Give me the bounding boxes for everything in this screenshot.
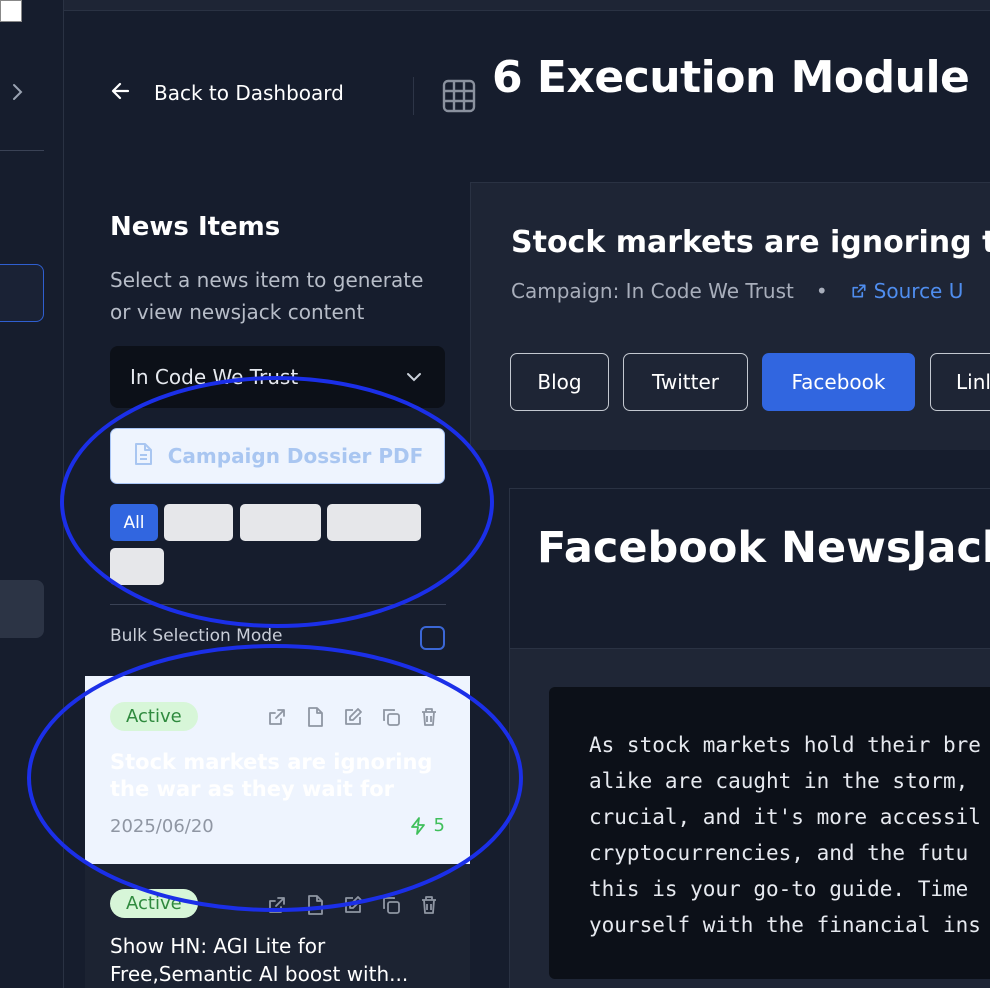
filter-chip[interactable]	[240, 504, 321, 541]
rail-nav-item-active[interactable]	[0, 264, 44, 322]
content-line: As stock markets hold their bre	[589, 733, 981, 757]
content-line: crucial, and it's more accessil	[589, 805, 981, 829]
page-title: 6 Execution Module	[492, 52, 970, 103]
rail-divider	[0, 150, 44, 151]
dossier-label: Campaign Dossier PDF	[167, 444, 424, 468]
content-line: cryptocurrencies, and the futu	[589, 841, 969, 865]
generated-content[interactable]: As stock markets hold their bre alike are…	[549, 687, 990, 979]
bulk-selection-toggle[interactable]	[420, 626, 445, 650]
lightning-icon	[410, 816, 425, 835]
trash-icon[interactable]	[418, 706, 440, 728]
content-count-value: 5	[433, 815, 445, 836]
annotation-ellipse	[60, 376, 494, 628]
news-items-subtitle: Select a news item to generate or view n…	[110, 268, 424, 324]
tab-blog[interactable]: Blog	[510, 353, 609, 411]
top-bar	[64, 0, 990, 11]
file-icon[interactable]	[304, 706, 326, 728]
left-rail	[0, 0, 64, 988]
news-item-card[interactable]: Active Show HN: AGI Lite for Free,Semant…	[85, 864, 470, 988]
news-item-title: Show HN: AGI Lite for Free,Semantic AI b…	[110, 934, 409, 986]
filter-chip[interactable]	[327, 504, 421, 541]
campaign-select[interactable]: In Code We Trust	[110, 346, 445, 408]
external-link-icon	[852, 284, 866, 298]
status-badge: Active	[110, 889, 198, 918]
rail-nav-item[interactable]	[0, 580, 44, 638]
content-line: this is your go-to guide. Time	[589, 877, 969, 901]
content-line: yourself with the financial ins	[589, 913, 981, 937]
filter-chip-all[interactable]: All	[110, 504, 158, 541]
filter-chip[interactable]	[110, 548, 164, 585]
filter-chip[interactable]	[164, 504, 233, 541]
detail-meta: Campaign: In Code We Trust • Source U	[511, 279, 963, 303]
content-card-title: Facebook NewsJack	[537, 523, 990, 573]
arrow-left-icon	[110, 80, 132, 106]
copy-icon[interactable]	[380, 706, 402, 728]
status-badge: Active	[110, 702, 198, 731]
trash-icon[interactable]	[418, 894, 440, 916]
content-count: 5	[408, 815, 445, 836]
news-items-heading: News Items	[110, 212, 281, 242]
back-label: Back to Dashboard	[154, 81, 344, 105]
edit-icon[interactable]	[342, 706, 364, 728]
news-item-date: 2025/06/20	[110, 816, 214, 837]
source-link-label: Source U	[873, 279, 964, 303]
source-link[interactable]: Source U	[850, 279, 964, 303]
document-icon	[132, 442, 154, 471]
tab-linkedin[interactable]: Linl	[930, 353, 990, 411]
tab-facebook[interactable]: Facebook	[762, 353, 915, 411]
news-item-card[interactable]: Active Stock markets are ignoring the wa…	[85, 676, 470, 864]
bulk-selection-label: Bulk Selection Mode	[110, 626, 283, 646]
edit-icon[interactable]	[342, 894, 364, 916]
header-divider	[413, 77, 414, 115]
copy-icon[interactable]	[380, 894, 402, 916]
card-actions	[266, 894, 440, 916]
campaign-dossier-pdf-button[interactable]: Campaign Dossier PDF	[110, 428, 445, 484]
campaign-select-value: In Code We Trust	[130, 365, 299, 389]
card-actions	[266, 706, 440, 728]
content-card-body: As stock markets hold their bre alike are…	[510, 649, 990, 988]
file-icon[interactable]	[304, 894, 326, 916]
back-to-dashboard-link[interactable]: Back to Dashboard	[110, 80, 344, 106]
external-link-icon[interactable]	[266, 706, 288, 728]
detail-title: Stock markets are ignoring th	[511, 225, 990, 260]
window-corner-swatch	[0, 0, 22, 22]
grid-icon	[442, 79, 476, 113]
content-card: Facebook NewsJack As stock markets hold …	[509, 488, 990, 988]
content-card-header: Facebook NewsJack	[510, 489, 990, 649]
news-item-title: Stock markets are ignoring the war as th…	[110, 750, 433, 801]
meta-separator: •	[815, 279, 828, 303]
chevron-right-icon[interactable]	[8, 80, 28, 104]
panel-divider	[110, 604, 446, 605]
chevron-down-icon	[405, 368, 423, 387]
detail-campaign: Campaign: In Code We Trust	[511, 279, 794, 303]
external-link-icon[interactable]	[266, 894, 288, 916]
detail-header-panel: Stock markets are ignoring th Campaign: …	[470, 182, 990, 450]
content-line: alike are caught in the storm,	[589, 769, 969, 793]
tab-twitter[interactable]: Twitter	[623, 353, 748, 411]
